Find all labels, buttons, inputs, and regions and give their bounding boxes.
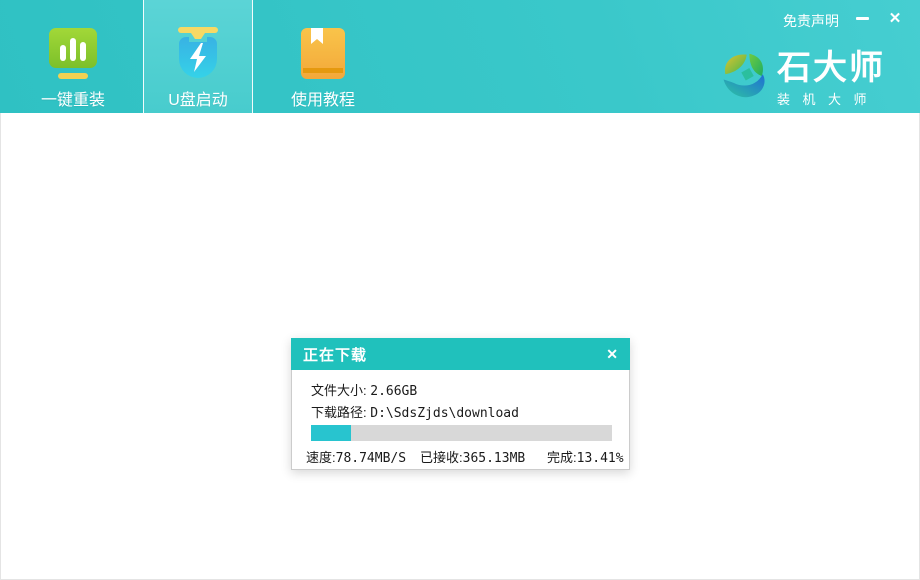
dialog-close-icon[interactable]: ✕ — [606, 347, 618, 361]
minimize-icon — [856, 17, 869, 20]
content-area: 正在下载 ✕ 文件大小: 2.66GB 下载路径: D:\SdsZjds\dow… — [0, 113, 920, 580]
progress-fill — [311, 425, 351, 441]
download-dialog: 正在下载 ✕ 文件大小: 2.66GB 下载路径: D:\SdsZjds\dow… — [291, 338, 630, 470]
speed-stat: 速度:78.74MB/S — [306, 447, 406, 466]
logo-title: 石大师 — [777, 50, 885, 86]
chart-bars-icon — [47, 27, 99, 80]
dialog-title: 正在下载 — [303, 344, 367, 365]
tab-usb-boot[interactable]: U盘启动 — [143, 0, 253, 113]
download-path-row: 下载路径: D:\SdsZjds\download — [311, 402, 519, 421]
file-size-value: 2.66GB — [370, 384, 417, 399]
tab-label: 使用教程 — [291, 86, 355, 110]
tab-tutorial[interactable]: 使用教程 — [268, 0, 378, 113]
completed-stat: 完成:13.41% — [547, 447, 624, 466]
tab-bar: 一键重装 U盘启动 — [18, 0, 378, 113]
usb-shield-icon — [172, 27, 224, 80]
close-icon[interactable]: ✕ — [884, 7, 906, 29]
tab-one-key-reinstall[interactable]: 一键重装 — [18, 0, 128, 113]
progress-bar — [311, 425, 612, 441]
minimize-button[interactable] — [851, 8, 873, 28]
dialog-titlebar: 正在下载 ✕ — [291, 338, 630, 370]
download-stats: 速度:78.74MB/S 已接收:365.13MB 完成:13.41% — [292, 447, 629, 465]
logo: 石大师 装机大师 — [720, 50, 885, 108]
file-size-label: 文件大小: — [311, 383, 367, 398]
download-path-value: D:\SdsZjds\download — [370, 406, 519, 421]
file-size-row: 文件大小: 2.66GB — [311, 380, 417, 399]
logo-icon — [720, 50, 768, 102]
tab-label: U盘启动 — [168, 86, 228, 110]
received-stat: 已接收:365.13MB — [420, 447, 525, 466]
app-window: 一键重装 U盘启动 — [0, 0, 920, 580]
download-path-label: 下载路径: — [311, 405, 367, 420]
header: 一键重装 U盘启动 — [0, 0, 920, 113]
dialog-body: 文件大小: 2.66GB 下载路径: D:\SdsZjds\download 速… — [291, 370, 630, 470]
disclaimer-link[interactable]: 免责声明 — [783, 11, 839, 31]
logo-subtitle: 装机大师 — [777, 89, 885, 108]
book-icon — [297, 27, 349, 80]
tab-label: 一键重装 — [41, 86, 105, 110]
